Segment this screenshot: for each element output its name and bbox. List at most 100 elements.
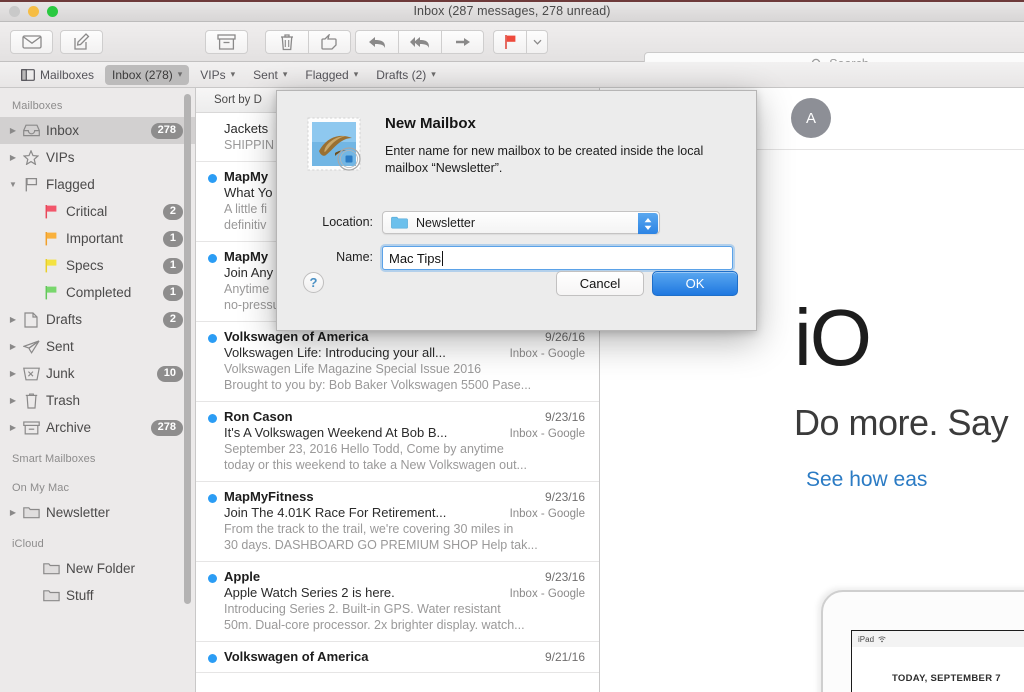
message-list-item[interactable]: Apple9/23/16Apple Watch Series 2 is here…: [196, 562, 599, 642]
sidebar-item-archive[interactable]: ▶Archive278: [0, 414, 195, 441]
sidebar-item-sent[interactable]: ▶Sent: [0, 333, 195, 360]
unread-dot-icon: [208, 574, 217, 583]
sidebar-item-completed[interactable]: Completed1: [0, 279, 195, 306]
sidebar-item-trash[interactable]: ▶Trash: [0, 387, 195, 414]
sidebar-item-junk[interactable]: ▶Junk10: [0, 360, 195, 387]
flag-button[interactable]: [493, 30, 526, 54]
message-preview-line: September 23, 2016 Hello Todd, Come by a…: [224, 441, 585, 457]
favorite-sent[interactable]: Sent ▾: [246, 65, 294, 85]
cancel-button[interactable]: Cancel: [556, 271, 644, 296]
help-button[interactable]: ?: [303, 272, 324, 293]
sidebar-item-flagged[interactable]: ▼Flagged: [0, 171, 195, 198]
disclosure-collapsed-icon[interactable]: ▶: [6, 126, 20, 135]
toolbar-group-archive: [205, 30, 255, 54]
sidebar-scrollbar[interactable]: [184, 94, 191, 604]
get-mail-button[interactable]: [10, 30, 53, 54]
message-sender: Volkswagen of America: [224, 329, 539, 344]
new-mailbox-dialog: New Mailbox Enter name for new mailbox t…: [276, 90, 757, 331]
favorites-bar: Mailboxes Inbox (278) ▾ VIPs ▾ Sent ▾ Fl…: [0, 62, 1024, 88]
disclosure-collapsed-icon[interactable]: ▶: [6, 423, 20, 432]
reply-button[interactable]: [355, 30, 398, 54]
mailbox-name-input[interactable]: Mac Tips: [382, 246, 733, 270]
disclosure-collapsed-icon[interactable]: ▶: [6, 315, 20, 324]
dialog-message: Enter name for new mailbox to be created…: [385, 143, 737, 177]
sidebar-item-stuff[interactable]: Stuff: [0, 582, 195, 609]
dialog-title: New Mailbox: [385, 115, 476, 132]
sidebar-item-inbox[interactable]: ▶Inbox278: [0, 117, 195, 144]
sidebar-item-vips[interactable]: ▶ VIPs: [0, 144, 195, 171]
unread-count-badge: 2: [163, 312, 183, 328]
favorite-flagged[interactable]: Flagged ▾: [298, 65, 365, 85]
message-list-item[interactable]: Volkswagen of America9/21/16: [196, 642, 599, 673]
sidebar-item-label: Newsletter: [42, 505, 195, 520]
delete-button[interactable]: [265, 30, 308, 54]
unread-dot-icon: [208, 334, 217, 343]
paper-plane-icon: [20, 340, 42, 354]
main-toolbar: Search: [0, 22, 1024, 62]
sidebar-item-new-folder[interactable]: New Folder: [0, 555, 195, 582]
sidebar-section-header: Smart Mailboxes: [0, 441, 195, 470]
message-subject-row: Join The 4.01K Race For Retirement...Inb…: [224, 505, 585, 520]
sidebar-item-newsletter[interactable]: ▶ Newsletter: [0, 499, 195, 526]
mailboxes-toggle-button[interactable]: Mailboxes: [14, 65, 101, 85]
message-preview: September 23, 2016 Hello Todd, Come by a…: [224, 441, 585, 473]
message-subject: Volkswagen Life: Introducing your all...: [224, 345, 502, 360]
flag-green-icon: [40, 285, 62, 300]
junk-button[interactable]: [308, 30, 351, 54]
sidebar-item-label: Completed: [62, 285, 163, 300]
message-mailbox: Inbox - Google: [502, 508, 585, 520]
ipad-section-title: TODAY, SEPTEMBER 7: [852, 647, 1024, 684]
location-value: Newsletter: [416, 216, 475, 230]
message-preview-line: From the track to the trail, we're cover…: [224, 521, 585, 537]
disclosure-collapsed-icon[interactable]: ▶: [6, 153, 20, 162]
inbox-tray-icon: [20, 124, 42, 137]
sidebar-item-important[interactable]: Important1: [0, 225, 195, 252]
wifi-icon: [878, 636, 886, 643]
sidebar-item-critical[interactable]: Critical2: [0, 198, 195, 225]
message-subject-row: Apple Watch Series 2 is here.Inbox - Goo…: [224, 585, 585, 600]
flag-outline-icon: [20, 177, 42, 192]
message-sender-row: Apple9/23/16: [224, 569, 585, 584]
chevron-down-icon: ▾: [231, 69, 236, 80]
favorite-inbox[interactable]: Inbox (278) ▾: [105, 65, 189, 85]
ok-button[interactable]: OK: [652, 271, 738, 296]
promo-headline: iO: [794, 298, 870, 378]
window-title: Inbox (287 messages, 278 unread): [0, 4, 1024, 18]
name-label: Name:: [295, 250, 373, 264]
sidebar-item-label: Archive: [42, 420, 151, 435]
sidebar-item-label: VIPs: [42, 150, 195, 165]
flag-menu-button[interactable]: [526, 30, 548, 54]
compose-button[interactable]: [60, 30, 103, 54]
disclosure-collapsed-icon[interactable]: ▶: [6, 508, 20, 517]
message-list-item[interactable]: MapMyFitness9/23/16Join The 4.01K Race F…: [196, 482, 599, 562]
message-subject-row: Volkswagen Life: Introducing your all...…: [224, 345, 585, 360]
message-sender-row: MapMyFitness9/23/16: [224, 489, 585, 504]
disclosure-collapsed-icon[interactable]: ▶: [6, 396, 20, 405]
location-popup-button[interactable]: Newsletter: [382, 211, 660, 234]
favorite-vips[interactable]: VIPs ▾: [193, 65, 242, 85]
disclosure-expanded-icon[interactable]: ▼: [6, 180, 20, 189]
reply-all-button[interactable]: [398, 30, 441, 54]
traffic-lights: [9, 6, 58, 17]
message-preview-line: Introducing Series 2. Built-in GPS. Wate…: [224, 601, 585, 617]
promo-link[interactable]: See how eas: [806, 468, 927, 492]
message-sender: MapMyFitness: [224, 489, 539, 504]
archive-button[interactable]: [205, 30, 248, 54]
toolbar-group-flag: [493, 30, 548, 54]
zoom-window-button[interactable]: [47, 6, 58, 17]
favorite-drafts[interactable]: Drafts (2) ▾: [369, 65, 443, 85]
message-preview-line: Brought to you by: Bob Baker Volkswagen …: [224, 377, 585, 393]
sidebar-item-drafts[interactable]: ▶Drafts2: [0, 306, 195, 333]
disclosure-collapsed-icon[interactable]: ▶: [6, 342, 20, 351]
message-list-item[interactable]: Volkswagen of America9/26/16Volkswagen L…: [196, 322, 599, 402]
disclosure-collapsed-icon[interactable]: ▶: [6, 369, 20, 378]
sidebar-item-specs[interactable]: Specs1: [0, 252, 195, 279]
unread-count-badge: 10: [157, 366, 183, 382]
minimize-window-button[interactable]: [28, 6, 39, 17]
message-list-item[interactable]: Ron Cason9/23/16It's A Volkswagen Weeken…: [196, 402, 599, 482]
forward-button[interactable]: [441, 30, 484, 54]
mail-application-window: Inbox (287 messages, 278 unread): [0, 0, 1024, 692]
popup-arrows-icon: [638, 213, 658, 234]
close-window-button[interactable]: [9, 6, 20, 17]
favorite-sent-label: Sent: [253, 68, 278, 82]
